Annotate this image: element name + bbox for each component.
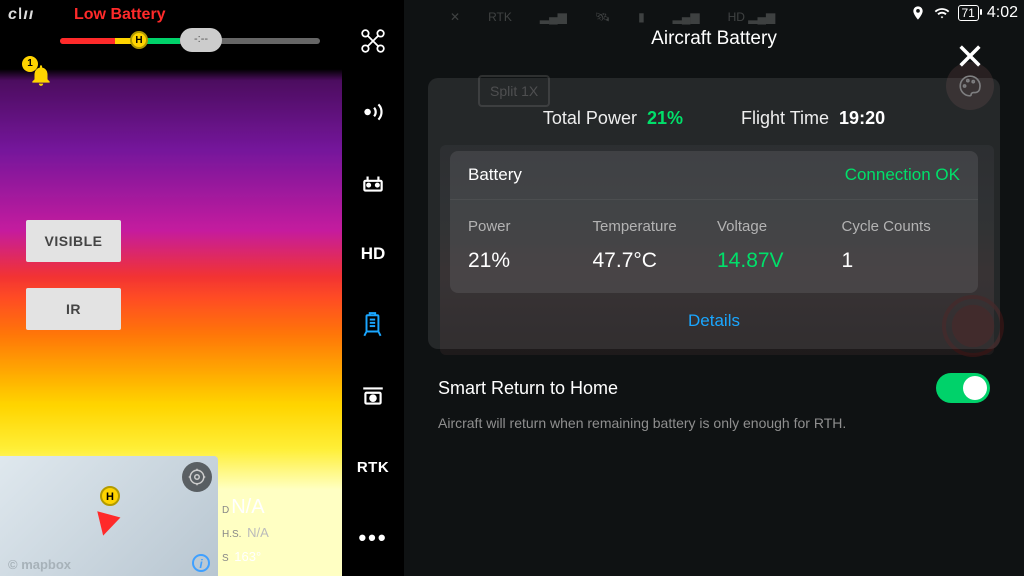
temperature-value: 47.7°C — [593, 249, 712, 273]
total-power-label: Total Power — [543, 108, 637, 128]
battery-slider-pill[interactable]: -:-- — [180, 28, 222, 52]
battery-panel: Aircraft Battery Total Power 21% Flight … — [404, 0, 1024, 576]
voltage-value: 14.87V — [717, 249, 836, 273]
cycle-counts-value: 1 — [842, 249, 961, 273]
close-icon — [956, 42, 984, 70]
aircraft-arrow-icon — [92, 511, 121, 538]
voltage-label: Voltage — [717, 218, 836, 235]
low-battery-warning: Low Battery — [74, 6, 166, 24]
minimap-home-marker: H — [100, 486, 120, 506]
smart-rth-description: Aircraft will return when remaining batt… — [428, 409, 1000, 431]
battery-details-card: Battery Connection OK Power 21% Temperat… — [450, 151, 978, 293]
nav-battery-icon[interactable] — [342, 308, 404, 342]
home-marker: H — [130, 31, 148, 49]
alerts-bell[interactable]: 1 — [28, 62, 54, 93]
status-battery: 71 — [958, 5, 979, 21]
nav-camera-icon[interactable] — [342, 379, 404, 413]
telemetry-readout: DN/A H.S. N/A S 163° — [222, 496, 269, 570]
nav-more-icon[interactable]: ••• — [342, 521, 404, 555]
visible-mode-button[interactable]: VISIBLE — [26, 220, 121, 262]
flight-time-value: 19:20 — [839, 108, 885, 128]
status-bar: 71 4:02 — [910, 4, 1019, 22]
power-label: Power — [468, 218, 587, 235]
total-power-value: 21% — [647, 108, 683, 128]
location-icon — [910, 5, 926, 21]
nav-aircraft-icon[interactable] — [342, 24, 404, 58]
alerts-badge: 1 — [22, 56, 38, 72]
dji-logo: cǀıı — [8, 6, 34, 24]
nav-hd[interactable]: HD — [342, 237, 404, 271]
battery-bar: H -:-- — [60, 38, 320, 44]
nav-sensor-icon[interactable] — [342, 95, 404, 129]
map-credit: © mapbox — [8, 557, 71, 572]
cycle-counts-label: Cycle Counts — [842, 218, 961, 235]
nav-rc-icon[interactable] — [342, 166, 404, 200]
flight-time-label: Flight Time — [741, 108, 829, 128]
close-button[interactable] — [956, 42, 984, 75]
map-info-icon[interactable]: i — [192, 554, 210, 572]
connection-status: Connection OK — [845, 165, 960, 185]
smart-rth-toggle[interactable] — [936, 373, 990, 403]
battery-summary: Total Power 21% Flight Time 19:20 — [450, 94, 978, 151]
details-link[interactable]: Details — [688, 311, 740, 330]
nav-rtk[interactable]: RTK — [342, 450, 404, 484]
minimap[interactable]: H © mapbox i — [0, 456, 218, 576]
settings-sidenav: HD RTK ••• — [342, 0, 404, 576]
compass-icon[interactable] — [182, 462, 212, 492]
power-value: 21% — [468, 249, 587, 273]
ir-mode-button[interactable]: IR — [26, 288, 121, 330]
wifi-icon — [934, 5, 950, 21]
status-clock: 4:02 — [987, 4, 1018, 22]
battery-heading: Battery — [468, 165, 522, 185]
camera-preview: cǀıı Low Battery H -:-- 1 VISIBLE IR H ©… — [0, 0, 342, 576]
smart-rth-title: Smart Return to Home — [438, 378, 618, 399]
temperature-label: Temperature — [593, 218, 712, 235]
battery-card: Total Power 21% Flight Time 19:20 Batter… — [428, 78, 1000, 349]
